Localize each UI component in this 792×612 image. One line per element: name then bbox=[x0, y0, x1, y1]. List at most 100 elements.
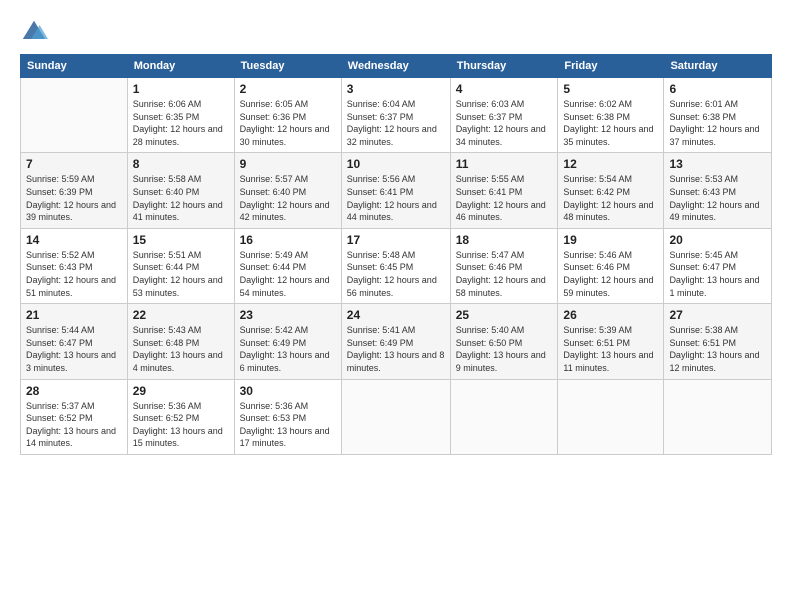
daylight-text: Daylight: 12 hours and 48 minutes. bbox=[563, 200, 653, 223]
day-number: 20 bbox=[669, 233, 766, 247]
calendar-header-saturday: Saturday bbox=[664, 55, 772, 78]
calendar-cell: 23Sunrise: 5:42 AMSunset: 6:49 PMDayligh… bbox=[234, 304, 341, 379]
daylight-text: Daylight: 12 hours and 46 minutes. bbox=[456, 200, 546, 223]
calendar-header-friday: Friday bbox=[558, 55, 664, 78]
day-detail: Sunrise: 6:02 AMSunset: 6:38 PMDaylight:… bbox=[563, 98, 658, 148]
sunrise-text: Sunrise: 6:05 AM bbox=[240, 99, 309, 109]
day-detail: Sunrise: 5:55 AMSunset: 6:41 PMDaylight:… bbox=[456, 173, 553, 223]
daylight-text: Daylight: 13 hours and 3 minutes. bbox=[26, 350, 116, 373]
calendar-cell: 9Sunrise: 5:57 AMSunset: 6:40 PMDaylight… bbox=[234, 153, 341, 228]
sunset-text: Sunset: 6:37 PM bbox=[347, 112, 414, 122]
calendar-cell: 28Sunrise: 5:37 AMSunset: 6:52 PMDayligh… bbox=[21, 379, 128, 454]
day-detail: Sunrise: 5:41 AMSunset: 6:49 PMDaylight:… bbox=[347, 324, 445, 374]
daylight-text: Daylight: 13 hours and 8 minutes. bbox=[347, 350, 445, 373]
sunrise-text: Sunrise: 5:48 AM bbox=[347, 250, 416, 260]
calendar-week-1: 1Sunrise: 6:06 AMSunset: 6:35 PMDaylight… bbox=[21, 78, 772, 153]
sunset-text: Sunset: 6:39 PM bbox=[26, 187, 93, 197]
calendar-cell: 24Sunrise: 5:41 AMSunset: 6:49 PMDayligh… bbox=[341, 304, 450, 379]
day-number: 26 bbox=[563, 308, 658, 322]
calendar-cell: 12 Sunrise: 5:54 AMSunset: 6:42 PMDayligh… bbox=[558, 153, 664, 228]
sunset-text: Sunset: 6:52 PM bbox=[26, 413, 93, 423]
daylight-text: Daylight: 12 hours and 30 minutes. bbox=[240, 124, 330, 147]
daylight-text: Daylight: 12 hours and 53 minutes. bbox=[133, 275, 223, 298]
calendar-cell: 18Sunrise: 5:47 AMSunset: 6:46 PMDayligh… bbox=[450, 228, 558, 303]
sunset-text: Sunset: 6:46 PM bbox=[563, 262, 630, 272]
calendar-cell: 14Sunrise: 5:52 AMSunset: 6:43 PMDayligh… bbox=[21, 228, 128, 303]
day-detail: Sunrise: 5:52 AMSunset: 6:43 PMDaylight:… bbox=[26, 249, 122, 299]
sunset-text: Sunset: 6:38 PM bbox=[669, 112, 736, 122]
daylight-text: Daylight: 12 hours and 51 minutes. bbox=[26, 275, 116, 298]
calendar-cell: 17Sunrise: 5:48 AMSunset: 6:45 PMDayligh… bbox=[341, 228, 450, 303]
sunrise-text: Sunrise: 5:36 AM bbox=[240, 401, 309, 411]
daylight-text: Daylight: 13 hours and 17 minutes. bbox=[240, 426, 330, 449]
sunrise-text: Sunrise: 5:41 AM bbox=[347, 325, 416, 335]
sunrise-text: Sunrise: 5:42 AM bbox=[240, 325, 309, 335]
day-number: 25 bbox=[456, 308, 553, 322]
day-number: 4 bbox=[456, 82, 553, 96]
daylight-text: Daylight: 12 hours and 54 minutes. bbox=[240, 275, 330, 298]
daylight-text: Daylight: 13 hours and 1 minute. bbox=[669, 275, 759, 298]
calendar-header-tuesday: Tuesday bbox=[234, 55, 341, 78]
calendar-cell: 11Sunrise: 5:55 AMSunset: 6:41 PMDayligh… bbox=[450, 153, 558, 228]
day-number: 10 bbox=[347, 157, 445, 171]
sunset-text: Sunset: 6:50 PM bbox=[456, 338, 523, 348]
day-detail: Sunrise: 5:54 AMSunset: 6:42 PMDaylight:… bbox=[563, 173, 658, 223]
day-number: 30 bbox=[240, 384, 336, 398]
sunset-text: Sunset: 6:44 PM bbox=[240, 262, 307, 272]
daylight-text: Daylight: 12 hours and 39 minutes. bbox=[26, 200, 116, 223]
sunset-text: Sunset: 6:43 PM bbox=[669, 187, 736, 197]
daylight-text: Daylight: 13 hours and 15 minutes. bbox=[133, 426, 223, 449]
day-detail: Sunrise: 5:49 AM Sunset: 6:44 PM Daylight:… bbox=[240, 249, 336, 299]
day-number: 12 bbox=[563, 157, 658, 171]
day-detail: Sunrise: 5:39 AMSunset: 6:51 PMDaylight:… bbox=[563, 324, 658, 374]
sunrise-text: Sunrise: 5:36 AM bbox=[133, 401, 202, 411]
sunrise-text: Sunrise: 5:49 AM bbox=[240, 250, 309, 260]
daylight-text: Daylight: 12 hours and 34 minutes. bbox=[456, 124, 546, 147]
calendar-cell bbox=[450, 379, 558, 454]
sunrise-text: Sunrise: 5:39 AM bbox=[563, 325, 632, 335]
sunrise-text: Sunrise: 5:51 AM bbox=[133, 250, 202, 260]
sunrise-text: Sunrise: 5:52 AM bbox=[26, 250, 95, 260]
calendar-week-2: 7Sunrise: 5:59 AMSunset: 6:39 PMDaylight… bbox=[21, 153, 772, 228]
calendar-cell: 29 Sunrise: 5:36 AMSunset: 6:52 PMDayligh… bbox=[127, 379, 234, 454]
sunrise-text: Sunrise: 5:59 AM bbox=[26, 174, 95, 184]
sunrise-text: Sunrise: 5:55 AM bbox=[456, 174, 525, 184]
calendar-header-wednesday: Wednesday bbox=[341, 55, 450, 78]
calendar-cell: 3Sunrise: 6:04 AMSunset: 6:37 PMDaylight… bbox=[341, 78, 450, 153]
day-number: 28 bbox=[26, 384, 122, 398]
daylight-text: Daylight: 12 hours and 32 minutes. bbox=[347, 124, 437, 147]
day-detail: Sunrise: 5:36 AMSunset: 6:52 PMDaylight:… bbox=[133, 400, 229, 450]
daylight-text: Daylight: 12 hours and 59 minutes. bbox=[563, 275, 653, 298]
day-number: 5 bbox=[563, 82, 658, 96]
day-number: 1 bbox=[133, 82, 229, 96]
day-number: 19 bbox=[563, 233, 658, 247]
calendar-header-sunday: Sunday bbox=[21, 55, 128, 78]
sunset-text: Sunset: 6:41 PM bbox=[347, 187, 414, 197]
day-detail: Sunrise: 5:44 AMSunset: 6:47 PMDaylight:… bbox=[26, 324, 122, 374]
calendar-cell: 6Sunrise: 6:01 AMSunset: 6:38 PMDaylight… bbox=[664, 78, 772, 153]
sunset-text: Sunset: 6:40 PM bbox=[240, 187, 307, 197]
calendar-cell: 30 Sunrise: 5:36 AMSunset: 6:53 PMDayligh… bbox=[234, 379, 341, 454]
day-detail: Sunrise: 5:37 AMSunset: 6:52 PMDaylight:… bbox=[26, 400, 122, 450]
day-number: 9 bbox=[240, 157, 336, 171]
day-detail: Sunrise: 5:38 AMSunset: 6:51 PMDaylight:… bbox=[669, 324, 766, 374]
sunset-text: Sunset: 6:44 PM bbox=[133, 262, 200, 272]
day-detail: Sunrise: 5:36 AMSunset: 6:53 PMDaylight:… bbox=[240, 400, 336, 450]
calendar-cell bbox=[558, 379, 664, 454]
day-detail: Sunrise: 5:40 AMSunset: 6:50 PMDaylight:… bbox=[456, 324, 553, 374]
calendar-cell: 21Sunrise: 5:44 AMSunset: 6:47 PMDayligh… bbox=[21, 304, 128, 379]
day-number: 29 bbox=[133, 384, 229, 398]
calendar-cell bbox=[21, 78, 128, 153]
calendar-header-monday: Monday bbox=[127, 55, 234, 78]
sunrise-text: Sunrise: 5:47 AM bbox=[456, 250, 525, 260]
day-detail: Sunrise: 5:56 AMSunset: 6:41 PMDaylight:… bbox=[347, 173, 445, 223]
calendar-header-row: SundayMondayTuesdayWednesdayThursdayFrid… bbox=[21, 55, 772, 78]
daylight-text: Daylight: 12 hours and 56 minutes. bbox=[347, 275, 437, 298]
sunrise-text: Sunrise: 5:57 AM bbox=[240, 174, 309, 184]
sunset-text: Sunset: 6:47 PM bbox=[669, 262, 736, 272]
daylight-text: Daylight: 13 hours and 6 minutes. bbox=[240, 350, 330, 373]
day-detail: Sunrise: 5:45 AMSunset: 6:47 PMDaylight:… bbox=[669, 249, 766, 299]
sunrise-text: Sunrise: 5:37 AM bbox=[26, 401, 95, 411]
day-detail: Sunrise: 5:46 AMSunset: 6:46 PMDaylight:… bbox=[563, 249, 658, 299]
day-detail: Sunrise: 5:59 AM Sunset: 6:39 PM Daylight:… bbox=[26, 173, 122, 223]
